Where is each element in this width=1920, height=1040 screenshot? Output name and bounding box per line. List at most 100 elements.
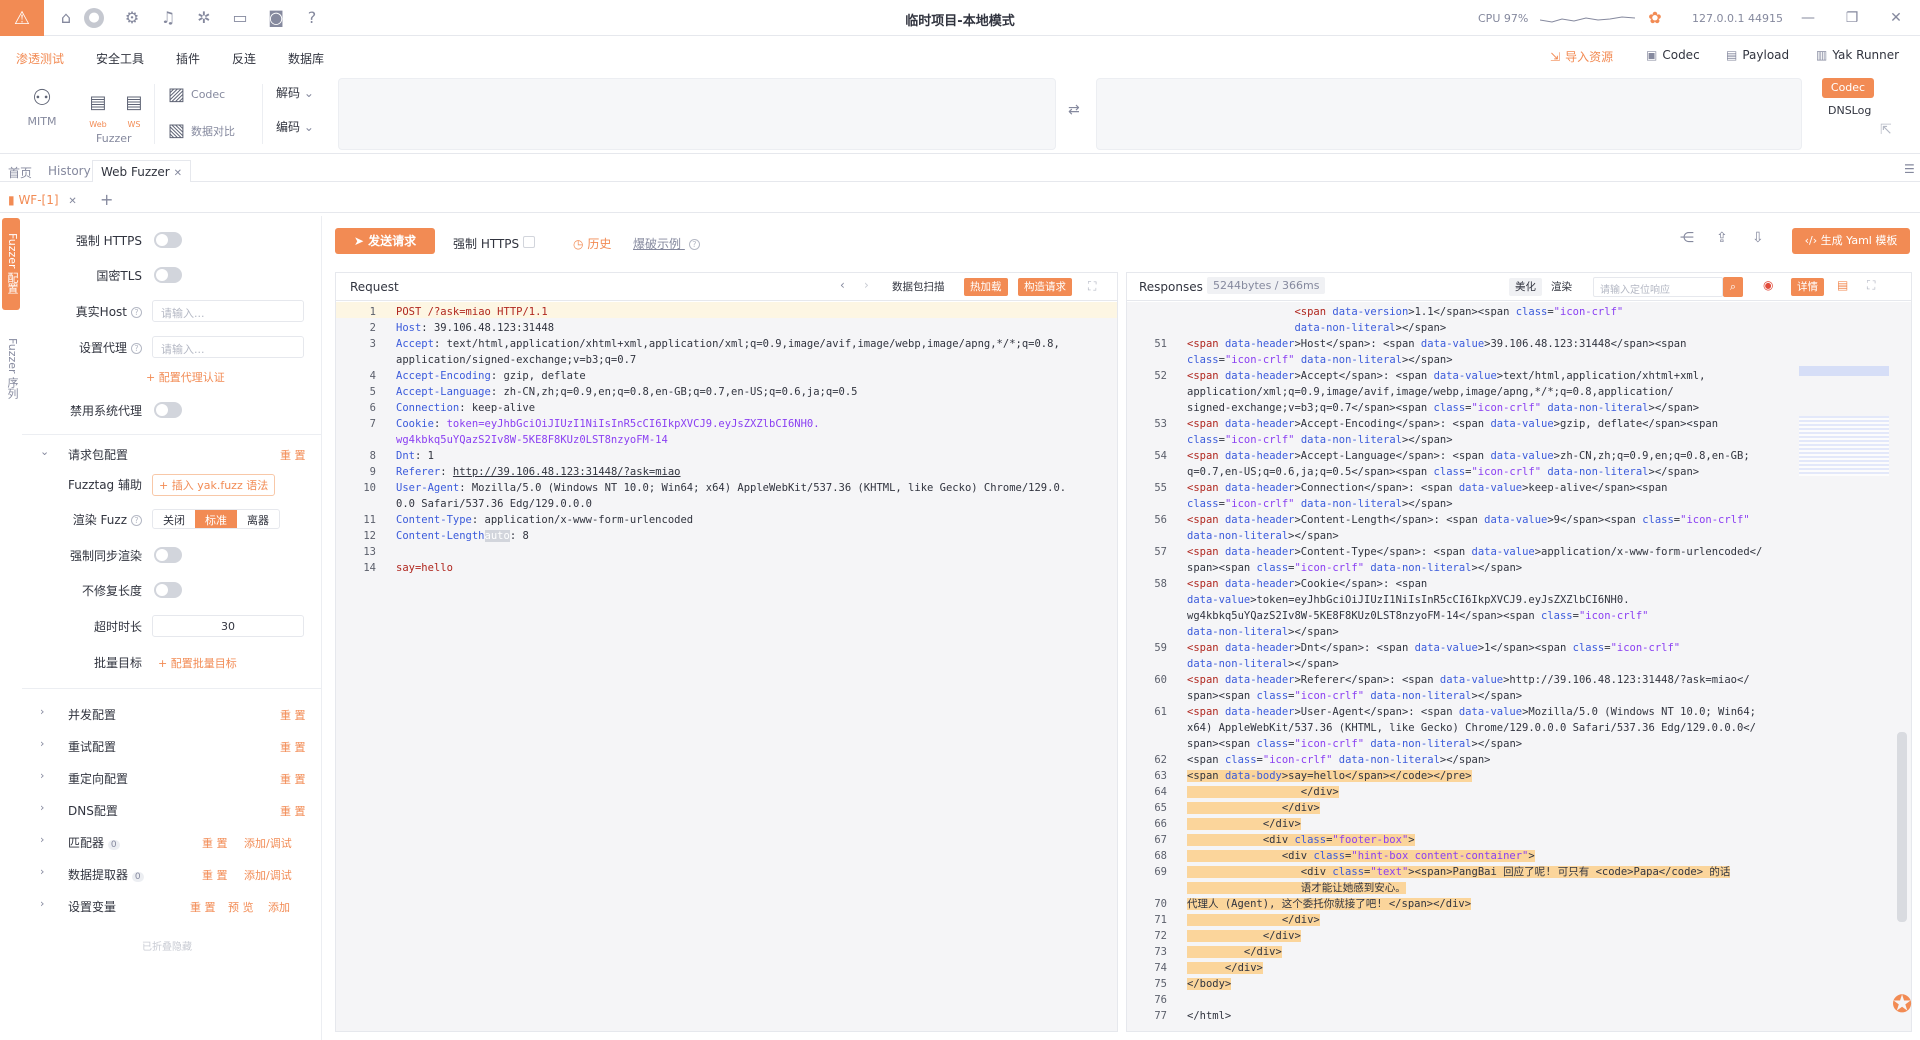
gm-tls-switch[interactable]: [154, 267, 182, 283]
reset-button[interactable]: 重 置: [202, 835, 228, 851]
reset-button[interactable]: 重 置: [280, 803, 306, 819]
menu-database[interactable]: 数据库: [288, 50, 324, 67]
tab-home[interactable]: 首页: [8, 164, 32, 181]
reset-button[interactable]: 重 置: [280, 447, 306, 463]
reset-button[interactable]: 重 置: [280, 739, 306, 755]
next-icon[interactable]: ›: [864, 278, 869, 292]
decode-select[interactable]: 解码 ⌄: [276, 84, 314, 101]
search-icon[interactable]: ⌕: [1723, 277, 1743, 297]
force-https-switch[interactable]: [154, 232, 182, 248]
codec-button[interactable]: ▣ Codec: [1646, 48, 1700, 62]
tab-fuzzer-config[interactable]: Fuzzer 配置: [2, 218, 20, 310]
retry-group[interactable]: › 重试配置重 置: [22, 732, 322, 758]
hot-reload-button[interactable]: 热加载: [964, 278, 1008, 296]
extractor-group[interactable]: › 数据提取器 0重 置添加/调试: [22, 860, 322, 886]
camera-icon[interactable]: ◙: [266, 8, 286, 28]
help-icon[interactable]: ?: [688, 239, 700, 250]
history-button[interactable]: ◷ 历史: [573, 235, 611, 252]
generate-yaml-button[interactable]: ‹/› 生成 Yaml 模板: [1792, 228, 1910, 254]
codec-tool[interactable]: ▨ Codec: [168, 84, 225, 105]
mitm-tool[interactable]: ⚇ MITM: [18, 86, 66, 128]
dns-group[interactable]: › DNS配置重 置: [22, 796, 322, 822]
tab-web-fuzzer[interactable]: Web Fuzzer ✕: [92, 160, 191, 182]
request-config-group[interactable]: ⌄ 请求包配置重 置: [22, 440, 322, 466]
payload-button[interactable]: ▤ Payload: [1726, 48, 1789, 62]
dnslog-side-tab[interactable]: DNSLog: [1828, 104, 1871, 117]
close-icon[interactable]: ✕: [174, 168, 182, 179]
render-standard-option[interactable]: 标准: [195, 510, 237, 528]
variables-group[interactable]: › 设置变量重 置预 览添加: [22, 892, 322, 918]
settings-icon[interactable]: ⚙: [122, 8, 142, 28]
real-host-input[interactable]: 请输入...: [152, 300, 304, 322]
help-icon[interactable]: ?: [302, 8, 322, 28]
notification-bell-icon[interactable]: ♫: [158, 8, 178, 28]
timeout-input[interactable]: 30: [152, 615, 304, 637]
codec-input-area[interactable]: [338, 78, 1056, 150]
sync-render-switch[interactable]: [154, 547, 182, 563]
compare-tool[interactable]: ▧ 数据对比: [168, 120, 235, 141]
prev-icon[interactable]: ‹: [840, 278, 845, 292]
fullscreen-icon[interactable]: ⛶: [1867, 278, 1875, 293]
proxy-auth-link[interactable]: + 配置代理认证: [146, 369, 225, 385]
menu-pentest[interactable]: 渗透测试: [16, 50, 64, 67]
reset-button[interactable]: 重 置: [202, 867, 228, 883]
import-resources-button[interactable]: ⇲ 导入资源: [1550, 48, 1613, 65]
fuzzer-web-tool[interactable]: ▤ Web: [84, 92, 112, 130]
preview-button[interactable]: 预 览: [228, 899, 254, 915]
tabs-menu-icon[interactable]: ☰: [1904, 162, 1915, 176]
concurrency-group[interactable]: › 并发配置重 置: [22, 700, 322, 726]
request-editor[interactable]: 1 2 3 4 5 6 7 8 9 10 11 12 13 14 POST /?ask=miao HTTP…: [336, 302, 1117, 1031]
build-request-button[interactable]: 构造请求: [1018, 278, 1072, 296]
menu-reverse[interactable]: 反连: [232, 50, 256, 67]
maximize-icon[interactable]: ❐: [1840, 6, 1864, 30]
brute-example-link[interactable]: 爆破示例 ?: [633, 235, 700, 252]
fullscreen-icon[interactable]: ⛶: [1088, 279, 1096, 294]
minimize-icon[interactable]: —: [1796, 6, 1820, 30]
menu-plugins[interactable]: 插件: [176, 50, 200, 67]
disable-proxy-switch[interactable]: [154, 402, 182, 418]
tab-wf-1[interactable]: ▮ WF-[1] ✕: [8, 193, 77, 207]
batch-target-link[interactable]: + 配置批量目标: [158, 655, 237, 671]
render-fuzz-segmented[interactable]: 关闭 标准 离器: [152, 509, 280, 529]
matcher-group[interactable]: › 匹配器 0重 置添加/调试: [22, 828, 322, 854]
insert-fuzztag-button[interactable]: + 插入 yak.fuzz 语法: [152, 474, 276, 496]
encode-select[interactable]: 编码 ⌄: [276, 118, 314, 135]
send-request-button[interactable]: ➤ 发送请求: [335, 228, 435, 254]
help-icon[interactable]: ?: [131, 343, 142, 354]
home-icon[interactable]: ⌂: [56, 8, 76, 28]
export-icon[interactable]: ⇪: [1716, 230, 1728, 246]
fuzzer-ws-tool[interactable]: ▤ WS: [120, 92, 148, 130]
comment-icon[interactable]: ▤: [1837, 278, 1848, 292]
terminal-icon[interactable]: ▭: [230, 8, 250, 28]
avatar[interactable]: ●: [84, 8, 104, 28]
close-icon[interactable]: ✕: [68, 196, 76, 207]
assistant-mascot-icon[interactable]: ✪: [1892, 990, 1912, 1018]
help-icon[interactable]: ?: [131, 307, 142, 318]
add-tab-icon[interactable]: +: [100, 190, 113, 209]
no-fix-length-switch[interactable]: [154, 582, 182, 598]
vertical-scrollbar[interactable]: [1897, 732, 1907, 922]
reset-button[interactable]: 重 置: [280, 771, 306, 787]
add-debug-button[interactable]: 添加/调试: [244, 835, 292, 851]
share-icon[interactable]: ⋲: [1680, 230, 1694, 246]
menu-security-tools[interactable]: 安全工具: [96, 50, 144, 67]
beautify-button[interactable]: 美化: [1509, 278, 1542, 296]
swap-icon[interactable]: ⇄: [1068, 102, 1080, 118]
render-button[interactable]: 渲染: [1545, 278, 1578, 296]
codec-output-area[interactable]: [1096, 78, 1802, 150]
add-variable-button[interactable]: 添加: [268, 899, 290, 915]
help-icon[interactable]: ?: [131, 515, 142, 526]
add-debug-button[interactable]: 添加/调试: [244, 867, 292, 883]
tab-history[interactable]: History: [48, 164, 91, 178]
detail-button[interactable]: 详情: [1791, 278, 1824, 296]
render-legacy-option[interactable]: 离器: [237, 510, 279, 528]
engine-status-icon[interactable]: ✿: [1645, 8, 1665, 28]
yak-runner-button[interactable]: ▥ Yak Runner: [1816, 48, 1899, 62]
render-off-option[interactable]: 关闭: [153, 510, 195, 528]
bug-icon[interactable]: ✲: [194, 8, 214, 28]
response-editor[interactable]: 51 52 53 54 55 56 57 58 59 60 61 62 63 64 65 66 67 68 69 70…: [1127, 302, 1911, 1031]
reset-button[interactable]: 重 置: [190, 899, 216, 915]
proxy-input[interactable]: 请输入...: [152, 336, 304, 358]
browser-icon[interactable]: ◉: [1763, 278, 1773, 292]
tab-fuzzer-sequence[interactable]: Fuzzer 序列: [2, 328, 20, 410]
